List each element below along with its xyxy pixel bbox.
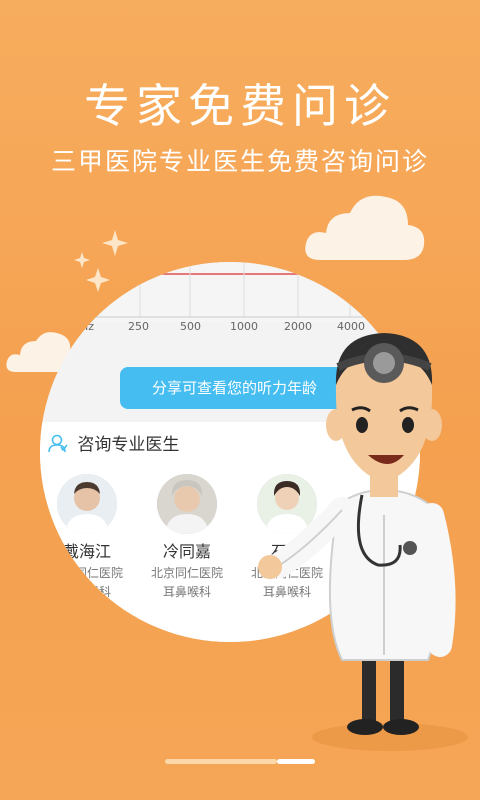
page-indicator-active (277, 759, 315, 764)
tick-label: 250 (128, 320, 149, 333)
doctor-name: 戴海江 (62, 542, 111, 561)
avatar (57, 474, 117, 534)
cartoon-doctor-illustration (258, 333, 468, 751)
section-heading: 咨询专业医生 (48, 430, 179, 458)
page-subtitle: 三甲医院专业医生免费咨询问诊 (50, 147, 429, 176)
doctor-department: 耳鼻喉科 (162, 585, 211, 599)
doctor-department: 耳鼻喉科 (62, 585, 111, 599)
tick-label: Hz (80, 320, 95, 333)
avatar (157, 474, 217, 534)
doctor-hospital: 北京同仁医院 (50, 566, 123, 580)
doctor-card[interactable]: 戴海江 北京同仁医院 耳鼻喉科 (40, 474, 142, 600)
page-indicator-track (165, 759, 277, 764)
cloud-decoration (305, 195, 425, 260)
tick-label: 500 (180, 320, 201, 333)
page-title: 专家免费问诊 (84, 79, 396, 133)
page-indicator (165, 759, 315, 764)
doctor-name: 冷同嘉 (162, 542, 211, 561)
section-heading-label: 咨询专业医生 (77, 435, 180, 455)
hearing-chart (40, 262, 420, 322)
doctor-icon (48, 433, 68, 458)
doctor-hospital: 北京同仁医院 (150, 566, 223, 580)
doctor-card[interactable]: 冷同嘉 北京同仁医院 耳鼻喉科 (132, 474, 242, 600)
